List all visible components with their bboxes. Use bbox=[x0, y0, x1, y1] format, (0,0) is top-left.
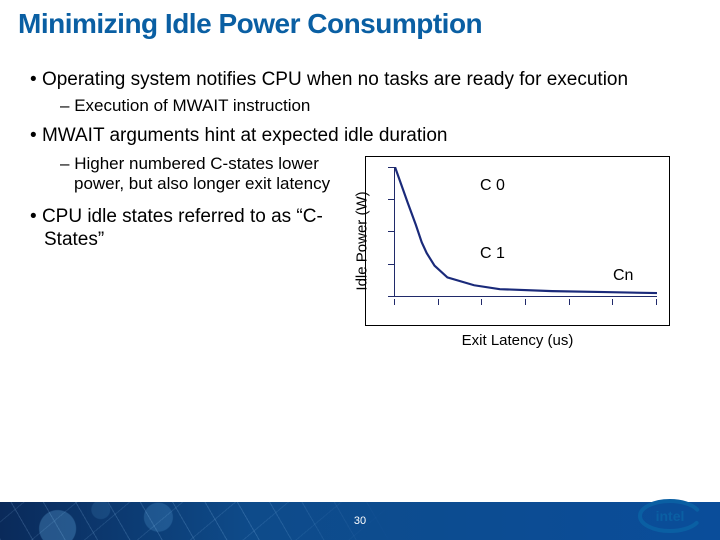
chart-ylabel: Idle Power (W) bbox=[354, 191, 371, 290]
chart-annotation-c0: C 0 bbox=[480, 177, 505, 195]
page-number: 30 bbox=[354, 515, 366, 527]
bullet-os-notifies: Operating system notifies CPU when no ta… bbox=[30, 68, 690, 92]
footer-bar: 30 bbox=[0, 502, 720, 540]
bullet-cstates: CPU idle states referred to as “C-States… bbox=[30, 205, 357, 253]
content-area: Operating system notifies CPU when no ta… bbox=[0, 46, 720, 349]
intel-logo: intel bbox=[638, 494, 702, 534]
chart-plot-area: C 0 C 1 Cn bbox=[394, 167, 657, 297]
svg-text:intel: intel bbox=[656, 508, 685, 524]
sub-cstates-tradeoff: Higher numbered C-states lower power, bu… bbox=[30, 154, 357, 195]
chart-xlabel: Exit Latency (us) bbox=[365, 332, 670, 349]
chart-annotation-c1: C 1 bbox=[480, 245, 505, 263]
chart-x-ticks bbox=[394, 299, 657, 305]
sub-mwait-exec: Execution of MWAIT instruction bbox=[30, 96, 690, 116]
page-title: Minimizing Idle Power Consumption bbox=[0, 0, 720, 46]
bullet-mwait-args: MWAIT arguments hint at expected idle du… bbox=[30, 124, 690, 148]
chart-container: Idle Power (W) C 0 C 1 Cn Exit Latency (… bbox=[365, 154, 670, 349]
idle-power-chart: Idle Power (W) C 0 C 1 Cn bbox=[365, 156, 670, 326]
chart-annotation-cn: Cn bbox=[613, 267, 633, 285]
